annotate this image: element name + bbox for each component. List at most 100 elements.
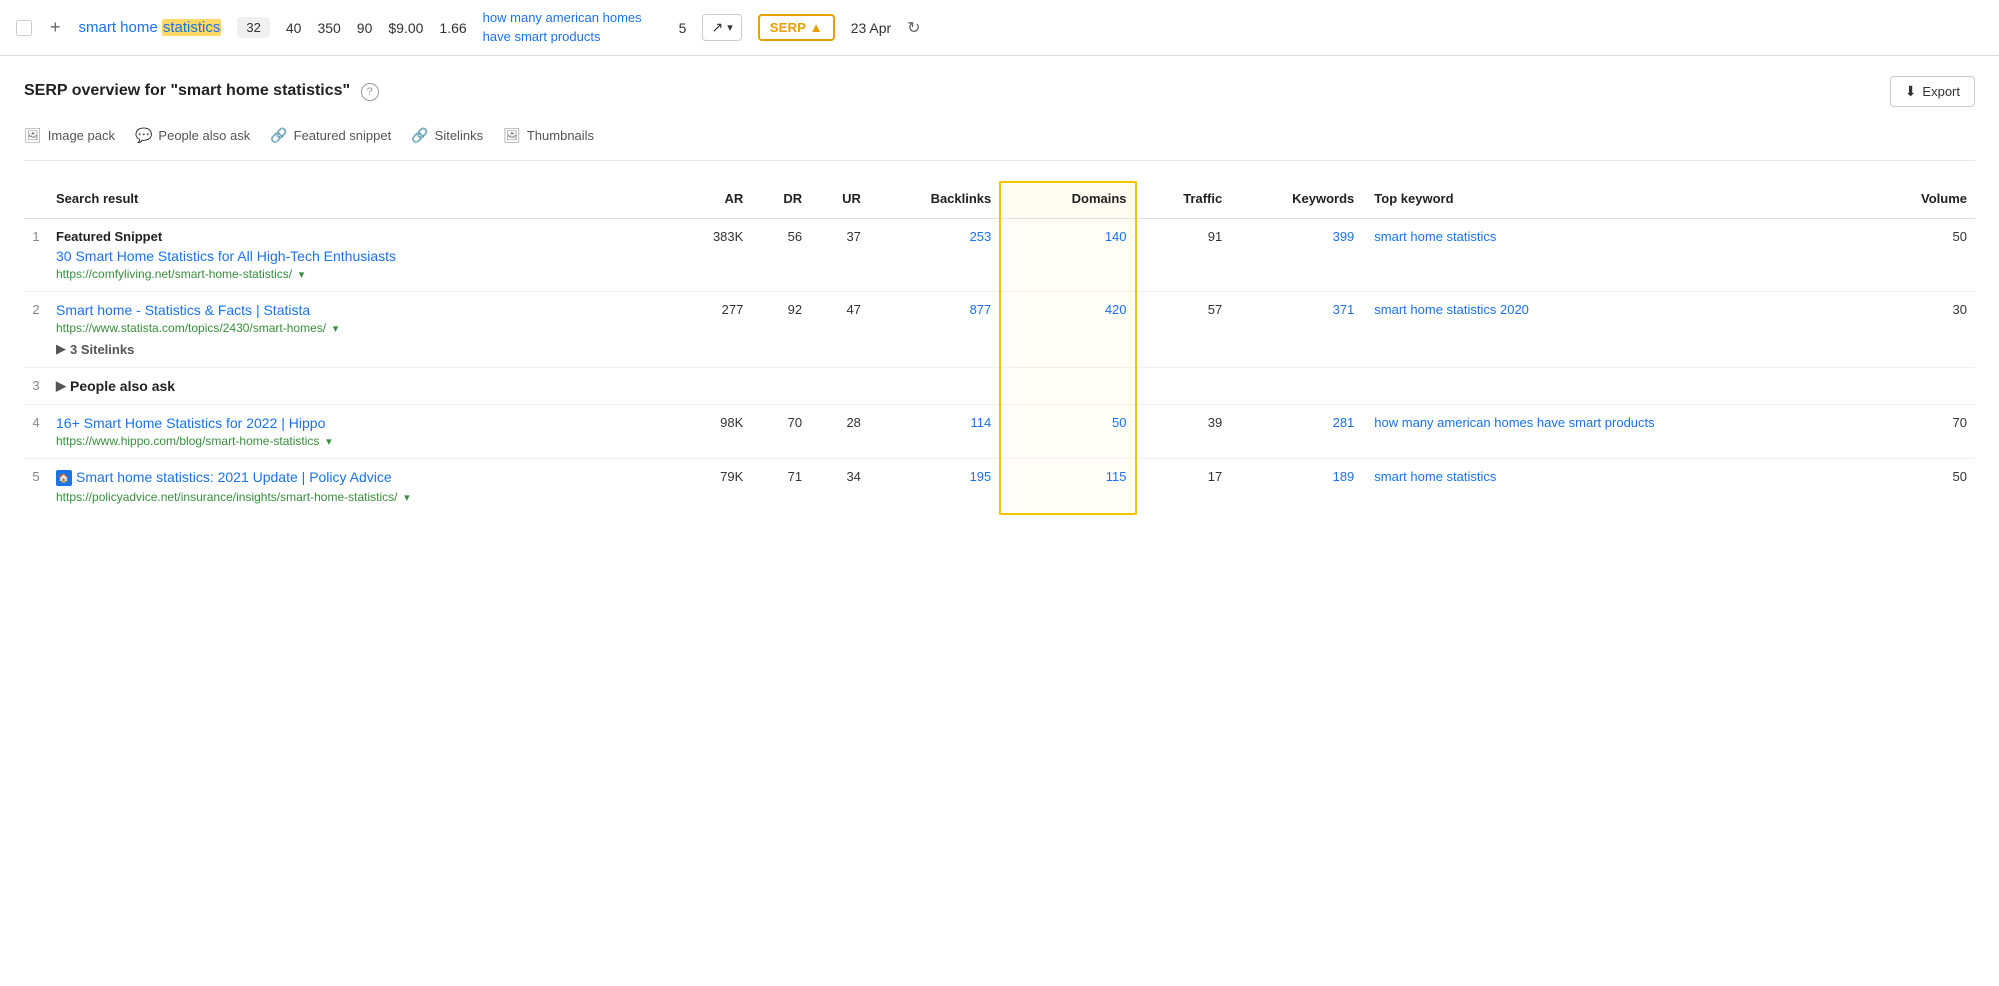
related-keyword[interactable]: how many american homes have smart produ…	[483, 9, 663, 45]
feature-tag-imagepack[interactable]: 🖼 Image pack	[24, 127, 115, 144]
row-topkeyword-1[interactable]: smart home statistics	[1362, 219, 1870, 292]
row-dr-5: 71	[751, 459, 810, 515]
row-backlinks-4[interactable]: 114	[869, 405, 1000, 459]
row-ur-2: 47	[810, 292, 869, 368]
row-traffic-2: 57	[1136, 292, 1231, 368]
stat-90: 90	[357, 20, 373, 36]
trend-button[interactable]: ↗ ▾	[702, 14, 741, 41]
url-arrow-5[interactable]: ▾	[404, 492, 410, 504]
people-also-ask-row: ▶ People also ask	[56, 378, 665, 394]
export-button[interactable]: ⬇ Export	[1890, 76, 1975, 107]
col-dr-header: DR	[751, 182, 810, 219]
row-result-1: Featured Snippet 30 Smart Home Statistic…	[48, 219, 673, 292]
imagepack-label: Image pack	[48, 128, 115, 143]
result-title-4[interactable]: 16+ Smart Home Statistics for 2022 | Hip…	[56, 415, 665, 431]
row-ur-1: 37	[810, 219, 869, 292]
url-arrow-2[interactable]: ▾	[333, 323, 339, 335]
col-traffic-header: Traffic	[1136, 182, 1231, 219]
serp-title-text: SERP overview for "smart home statistics…	[24, 82, 355, 99]
sitelinks-icon: 🔗	[411, 127, 428, 144]
feature-tag-sitelinks[interactable]: 🔗 Sitelinks	[411, 127, 483, 144]
row-ar-4: 98K	[673, 405, 751, 459]
row-backlinks-3	[869, 368, 1000, 405]
sitelinks-toggle[interactable]: ▶	[56, 341, 66, 357]
add-button[interactable]: +	[48, 17, 63, 38]
col-volume-header: Volume	[1870, 182, 1975, 219]
serp-header-row: SERP overview for "smart home statistics…	[24, 76, 1975, 107]
row-ur-3	[810, 368, 869, 405]
row-keywords-2[interactable]: 371	[1230, 292, 1362, 368]
serp-title: SERP overview for "smart home statistics…	[24, 82, 379, 101]
featuredsnippet-icon: 🔗	[270, 127, 287, 144]
row-result-2: Smart home - Statistics & Facts | Statis…	[48, 292, 673, 368]
row-keywords-1[interactable]: 399	[1230, 219, 1362, 292]
people-toggle[interactable]: ▶	[56, 378, 66, 394]
row-domains-3	[1000, 368, 1135, 405]
col-ur-header: UR	[810, 182, 869, 219]
people-label: People also ask	[70, 378, 175, 394]
table-row: 5 🏠 Smart home statistics: 2021 Update |…	[24, 459, 1975, 515]
row-num-5: 5	[24, 459, 48, 515]
row-volume-1: 50	[1870, 219, 1975, 292]
row-volume-4: 70	[1870, 405, 1975, 459]
col-ar-header: AR	[673, 182, 751, 219]
stat-350: 350	[317, 20, 340, 36]
row-ar-3	[673, 368, 751, 405]
result-url-1: https://comfyliving.net/smart-home-stati…	[56, 267, 292, 281]
feature-tag-featuredsnippet[interactable]: 🔗 Featured snippet	[270, 127, 391, 144]
result-url-row-5: https://policyadvice.net/insurance/insig…	[56, 489, 665, 504]
row-backlinks-1[interactable]: 253	[869, 219, 1000, 292]
url-arrow-4[interactable]: ▾	[326, 436, 332, 448]
row-result-4: 16+ Smart Home Statistics for 2022 | Hip…	[48, 405, 673, 459]
refresh-icon[interactable]: ↻	[907, 18, 920, 38]
row-keywords-4[interactable]: 281	[1230, 405, 1362, 459]
table-row: 4 16+ Smart Home Statistics for 2022 | H…	[24, 405, 1975, 459]
row-domains-2[interactable]: 420	[1000, 292, 1135, 368]
col-backlinks-header: Backlinks	[869, 182, 1000, 219]
row-domains-1[interactable]: 140	[1000, 219, 1135, 292]
row-ar-5: 79K	[673, 459, 751, 515]
row-domains-5[interactable]: 115	[1000, 459, 1135, 515]
row-backlinks-2[interactable]: 877	[869, 292, 1000, 368]
help-icon[interactable]: ?	[361, 83, 379, 101]
row-traffic-1: 91	[1136, 219, 1231, 292]
result-url-5: https://policyadvice.net/insurance/insig…	[56, 490, 397, 504]
result-url-row-4: https://www.hippo.com/blog/smart-home-st…	[56, 433, 665, 448]
policy-icon: 🏠	[56, 470, 72, 486]
keyword-text: smart home statistics	[79, 19, 222, 36]
feature-tag-thumbnails[interactable]: 🖼 Thumbnails	[503, 127, 594, 144]
badge-32: 32	[237, 17, 269, 38]
col-topkeyword-header: Top keyword	[1362, 182, 1870, 219]
result-title-1[interactable]: 30 Smart Home Statistics for All High-Te…	[56, 248, 665, 264]
stat-40: 40	[286, 20, 302, 36]
table-row: 2 Smart home - Statistics & Facts | Stat…	[24, 292, 1975, 368]
row-topkeyword-3	[1362, 368, 1870, 405]
sitelinks-row: ▶ 3 Sitelinks	[56, 341, 665, 357]
serp-button[interactable]: SERP ▲	[758, 14, 835, 41]
row-topkeyword-2[interactable]: smart home statistics 2020	[1362, 292, 1870, 368]
sitelinks-label: Sitelinks	[435, 128, 483, 143]
stat-166: 1.66	[439, 20, 466, 36]
row-volume-5: 50	[1870, 459, 1975, 515]
row-checkbox[interactable]	[16, 20, 32, 36]
result-title-5[interactable]: Smart home statistics: 2021 Update | Pol…	[76, 469, 392, 485]
featuredsnippet-label: Featured snippet	[294, 128, 392, 143]
row-traffic-4: 39	[1136, 405, 1231, 459]
result-title-2[interactable]: Smart home - Statistics & Facts | Statis…	[56, 302, 665, 318]
row-topkeyword-4[interactable]: how many american homes have smart produ…	[1362, 405, 1870, 459]
row-topkeyword-5[interactable]: smart home statistics	[1362, 459, 1870, 515]
featured-label: Featured Snippet	[56, 229, 665, 244]
table-row: 1 Featured Snippet 30 Smart Home Statist…	[24, 219, 1975, 292]
feature-tags: 🖼 Image pack 💬 People also ask 🔗 Feature…	[24, 127, 1975, 161]
row-keywords-5[interactable]: 189	[1230, 459, 1362, 515]
feature-tag-peoplealsoask[interactable]: 💬 People also ask	[135, 127, 250, 144]
stat-price: $9.00	[388, 20, 423, 36]
row-backlinks-5[interactable]: 195	[869, 459, 1000, 515]
row-num-3: 3	[24, 368, 48, 405]
row-keywords-3	[1230, 368, 1362, 405]
keyword-part1: smart home	[79, 19, 162, 36]
url-arrow-1[interactable]: ▾	[299, 269, 305, 281]
row-dr-4: 70	[751, 405, 810, 459]
imagepack-icon: 🖼	[24, 127, 42, 144]
row-domains-4[interactable]: 50	[1000, 405, 1135, 459]
